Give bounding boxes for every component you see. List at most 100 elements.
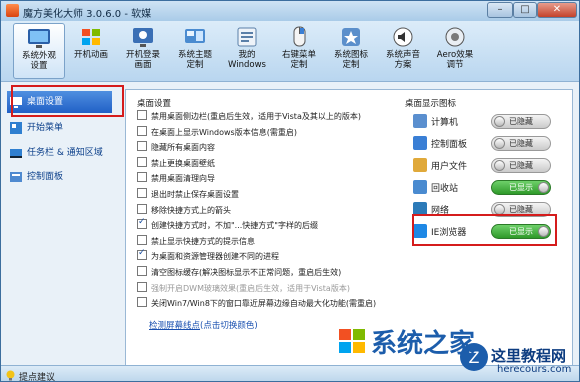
option-checkbox-row[interactable]: 关闭Win7/Win8下的窗口靠近屏幕边缘自动最大化功能(需重启) xyxy=(137,297,376,309)
checkbox[interactable] xyxy=(137,266,147,276)
item-label: 控制面板 xyxy=(431,140,468,150)
feedback-link[interactable]: 提点建议 xyxy=(19,370,55,381)
tool-system-icons[interactable]: 系统图标 定制 xyxy=(325,23,377,79)
option-checkbox-row[interactable]: 移除快捷方式上的箭头 xyxy=(137,203,231,216)
checkbox[interactable] xyxy=(137,110,147,120)
tool-boot-animation[interactable]: 开机动画 xyxy=(65,23,117,79)
tool-theme[interactable]: 系统主题 定制 xyxy=(169,23,221,79)
option-checkbox-row[interactable]: 禁用桌面清理向导 xyxy=(137,172,215,184)
visibility-toggle[interactable]: 已隐藏 xyxy=(491,158,551,173)
link-text: 检测屏幕线点 xyxy=(149,321,201,331)
app-window: 魔方美化大师 3.0.6.0 - 软媒 – □ ✕ 系统外观 设置 开机动画 开… xyxy=(0,0,580,382)
tool-appearance[interactable]: 系统外观 设置 xyxy=(13,23,65,79)
tool-label: 系统声音 方案 xyxy=(385,50,420,70)
tool-label: 系统主题 定制 xyxy=(177,50,212,70)
watermark-brand: 系统之家 xyxy=(371,329,476,359)
toggle-state: 已隐藏 xyxy=(509,205,533,214)
toggle-state: 已隐藏 xyxy=(509,139,533,148)
option-label: 移除快捷方式上的箭头 xyxy=(151,205,231,215)
item-icon xyxy=(413,158,427,172)
toggle-knob xyxy=(494,160,505,171)
checkbox[interactable] xyxy=(137,234,147,245)
checkbox[interactable] xyxy=(137,172,147,183)
option-checkbox-row[interactable]: 禁止显示快捷方式的提示信息 xyxy=(137,234,255,247)
checkbox[interactable] xyxy=(137,216,147,230)
option-checkbox-row[interactable]: 清空图标缓存(解决图标显示不正常问题，重启后生效) xyxy=(137,266,341,278)
option-label: 在桌面上显示Windows版本信息(需重启) xyxy=(151,127,297,137)
tool-label: Aero效果 调节 xyxy=(436,50,474,70)
tool-label: 系统图标 定制 xyxy=(333,50,368,70)
login-screen-icon xyxy=(133,28,153,47)
toggle-state: 已隐藏 xyxy=(509,117,533,126)
desktop-icon-row: 控制面板 已隐藏 xyxy=(411,133,561,153)
item-icon xyxy=(413,136,427,150)
option-checkbox-row[interactable]: 创建快捷方式时，不加"...快捷方式"字样的后缀 xyxy=(137,216,318,231)
minimize-button[interactable]: – xyxy=(487,2,513,18)
maximize-button[interactable]: □ xyxy=(513,2,537,18)
bulb-icon xyxy=(6,370,15,381)
main-toolbar: 系统外观 设置 开机动画 开机登录 画面 系统主题 定制 我的 Windows … xyxy=(1,21,579,82)
toggle-state: 已隐藏 xyxy=(509,161,533,170)
option-label: 清空图标缓存(解决图标显示不正常问题，重启后生效) xyxy=(151,268,342,277)
option-label: 禁止显示快捷方式的提示信息 xyxy=(151,236,255,246)
visibility-toggle[interactable]: 已隐藏 xyxy=(491,114,551,129)
appearance-icon xyxy=(28,29,50,48)
theme-icon xyxy=(185,29,205,43)
checkbox[interactable] xyxy=(137,247,147,261)
checkbox[interactable] xyxy=(137,297,147,308)
close-button[interactable]: ✕ xyxy=(537,2,577,18)
tool-aero[interactable]: Aero效果 调节 xyxy=(429,23,481,79)
sidebar-item-control-panel[interactable]: 控制面板 xyxy=(7,166,112,188)
checkbox[interactable] xyxy=(137,141,147,152)
checkbox[interactable] xyxy=(137,156,147,167)
item-label: 用户文件 xyxy=(431,162,468,172)
checkbox[interactable] xyxy=(137,125,147,136)
watermark-site-en: herecours.com xyxy=(497,364,572,375)
option-checkbox-row[interactable]: 在桌面上显示Windows版本信息(需重启) xyxy=(137,125,297,138)
checkbox[interactable] xyxy=(137,281,147,292)
checkbox[interactable] xyxy=(137,203,147,214)
watermark: Z 系统之家 这里教程网 herecours.com xyxy=(331,319,577,381)
tool-sound-scheme[interactable]: 系统声音 方案 xyxy=(377,23,429,79)
title-bar: 魔方美化大师 3.0.6.0 - 软媒 – □ ✕ xyxy=(1,1,579,21)
visibility-toggle[interactable]: 已隐藏 xyxy=(491,136,551,151)
checkbox[interactable] xyxy=(137,188,147,198)
option-label: 禁止更换桌面壁纸 xyxy=(151,158,215,168)
start-menu-icon xyxy=(10,122,22,134)
item-label: 计算机 xyxy=(431,118,459,128)
option-checkbox-row[interactable]: 为桌面和资源管理器创建不同的进程 xyxy=(137,247,279,262)
highlight-box-left xyxy=(11,85,124,117)
tool-label: 开机登录 画面 xyxy=(125,50,160,70)
tool-my-windows[interactable]: 我的 Windows xyxy=(221,23,273,79)
toggle-knob xyxy=(494,138,505,149)
tool-label: 开机动画 xyxy=(73,50,108,60)
option-checkbox-row[interactable]: 退出时禁止保存桌面设置 xyxy=(137,188,239,200)
taskbar-icon xyxy=(10,149,22,158)
toggle-state: 已显示 xyxy=(509,183,533,192)
visibility-toggle[interactable]: 已显示 xyxy=(491,180,551,195)
tool-context-menu[interactable]: 右键菜单 定制 xyxy=(273,23,325,79)
toggle-knob xyxy=(538,182,549,193)
option-label: 关闭Win7/Win8下的窗口靠近屏幕边缘自动最大化功能(需重启) xyxy=(151,299,377,309)
check-screen-link[interactable]: 检测屏幕线点(点击切换颜色) xyxy=(149,319,258,331)
aero-icon xyxy=(445,27,465,47)
tool-login-screen[interactable]: 开机登录 画面 xyxy=(117,23,169,79)
option-checkbox-row[interactable]: 强制开启DWM玻璃效果(重启后生效，适用于Vista版本) xyxy=(137,281,350,294)
mouse-icon xyxy=(293,26,306,47)
window-title: 魔方美化大师 3.0.6.0 - 软媒 xyxy=(23,9,152,20)
item-icon xyxy=(413,114,427,128)
sidebar-item-start-menu[interactable]: 开始菜单 xyxy=(7,117,112,139)
option-checkbox-row[interactable]: 隐藏所有桌面内容 xyxy=(137,141,215,153)
sidebar-item-taskbar[interactable]: 任务栏 & 通知区域 xyxy=(7,142,112,164)
item-label: 回收站 xyxy=(431,184,459,194)
option-label: 禁用桌面清理向导 xyxy=(151,174,215,184)
tool-label: 系统外观 设置 xyxy=(21,51,56,71)
sound-icon xyxy=(393,27,413,47)
item-icon xyxy=(413,180,427,194)
option-checkbox-row[interactable]: 禁用桌面侧边栏(重启后生效，适用于Vista及其以上的版本) xyxy=(137,110,361,122)
desktop-settings-title: 桌面设置 xyxy=(137,99,172,109)
option-checkbox-row[interactable]: 禁止更换桌面壁纸 xyxy=(137,156,215,169)
sidebar-item-label: 开始菜单 xyxy=(27,123,64,133)
option-label: 创建快捷方式时，不加"...快捷方式"字样的后缀 xyxy=(151,221,318,231)
toggle-knob xyxy=(494,116,505,127)
